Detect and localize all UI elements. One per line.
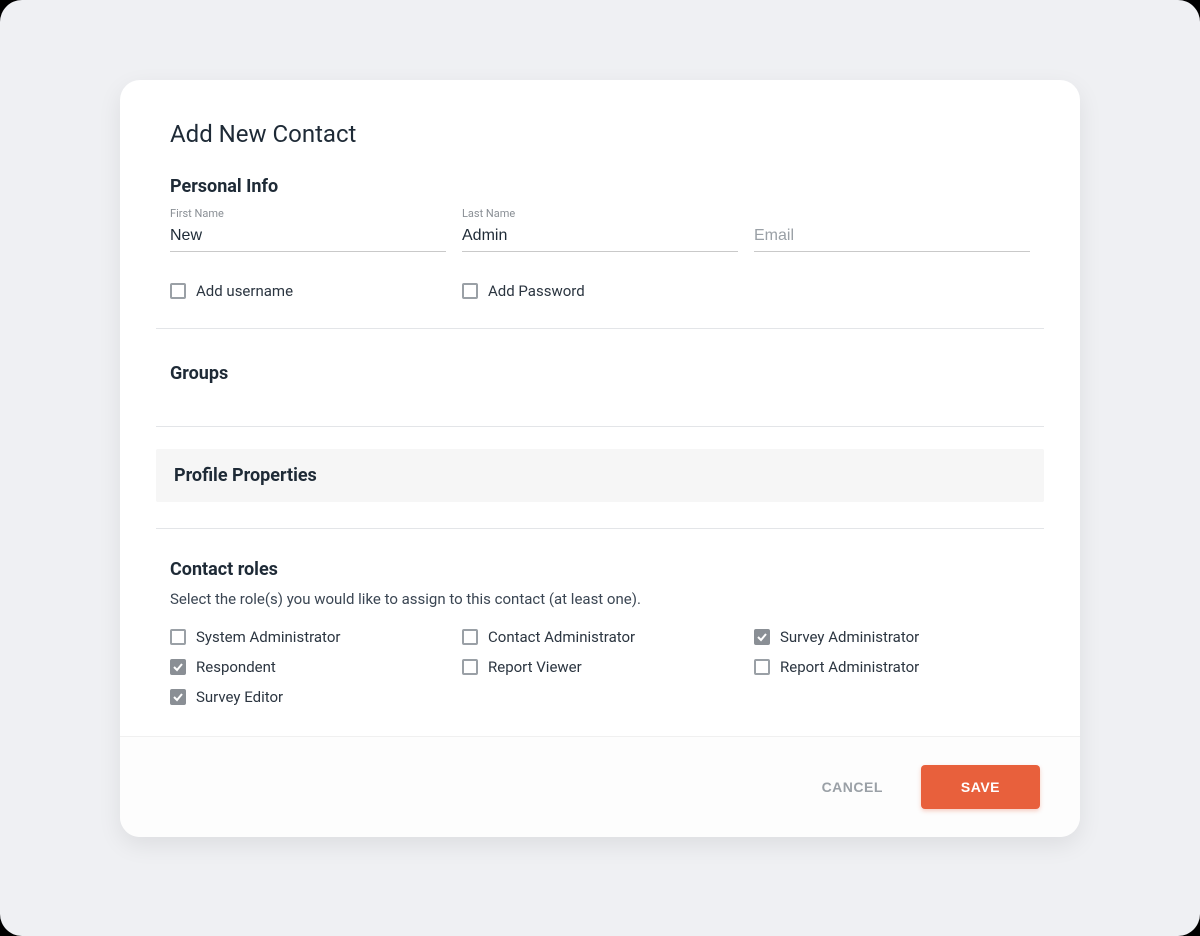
section-contact-roles: Contact roles: [170, 559, 1030, 580]
role-label: Survey Editor: [196, 688, 283, 706]
roles-grid: System Administrator Contact Administrato…: [170, 628, 1030, 706]
email-field-wrap: [754, 207, 1030, 252]
role-checkbox[interactable]: System Administrator: [170, 628, 446, 646]
roles-hint: Select the role(s) you would like to ass…: [170, 590, 1030, 608]
checkbox-icon: [462, 659, 478, 675]
role-checkbox[interactable]: Respondent: [170, 658, 446, 676]
checkbox-icon: [170, 629, 186, 645]
page-title: Add New Contact: [170, 120, 1030, 148]
checkbox-icon: [754, 659, 770, 675]
section-groups: Groups: [170, 363, 1030, 384]
email-input[interactable]: [754, 227, 1030, 245]
last-name-input[interactable]: [462, 227, 738, 245]
cancel-button[interactable]: CANCEL: [822, 779, 883, 795]
checkbox-icon: [462, 283, 478, 299]
role-label: Contact Administrator: [488, 628, 635, 646]
first-name-label: First Name: [170, 207, 224, 220]
role-checkbox[interactable]: Contact Administrator: [462, 628, 738, 646]
role-label: Report Administrator: [780, 658, 919, 676]
role-checkbox[interactable]: Survey Editor: [170, 688, 446, 706]
role-checkbox[interactable]: Report Viewer: [462, 658, 738, 676]
role-label: Respondent: [196, 658, 276, 676]
checkbox-icon: [462, 629, 478, 645]
profile-properties-bar[interactable]: Profile Properties: [156, 449, 1044, 502]
checkbox-icon: [754, 629, 770, 645]
save-button[interactable]: SAVE: [921, 765, 1040, 809]
checkbox-icon: [170, 283, 186, 299]
section-personal-info: Personal Info: [170, 176, 1030, 197]
section-profile-properties: Profile Properties: [174, 465, 1026, 486]
checkbox-icon: [170, 689, 186, 705]
add-username-label: Add username: [196, 282, 293, 300]
add-username-checkbox[interactable]: Add username: [170, 282, 446, 300]
last-name-label: Last Name: [462, 207, 515, 220]
dialog-footer: CANCEL SAVE: [120, 736, 1080, 837]
role-checkbox[interactable]: Survey Administrator: [754, 628, 1030, 646]
role-label: Report Viewer: [488, 658, 582, 676]
role-label: System Administrator: [196, 628, 340, 646]
role-label: Survey Administrator: [780, 628, 919, 646]
add-password-label: Add Password: [488, 282, 585, 300]
first-name-input[interactable]: [170, 227, 446, 245]
role-checkbox[interactable]: Report Administrator: [754, 658, 1030, 676]
add-password-checkbox[interactable]: Add Password: [462, 282, 738, 300]
checkbox-icon: [170, 659, 186, 675]
add-contact-dialog: Add New Contact Personal Info First Name…: [120, 80, 1080, 837]
last-name-field-wrap: Last Name: [462, 207, 738, 252]
first-name-field-wrap: First Name: [170, 207, 446, 252]
